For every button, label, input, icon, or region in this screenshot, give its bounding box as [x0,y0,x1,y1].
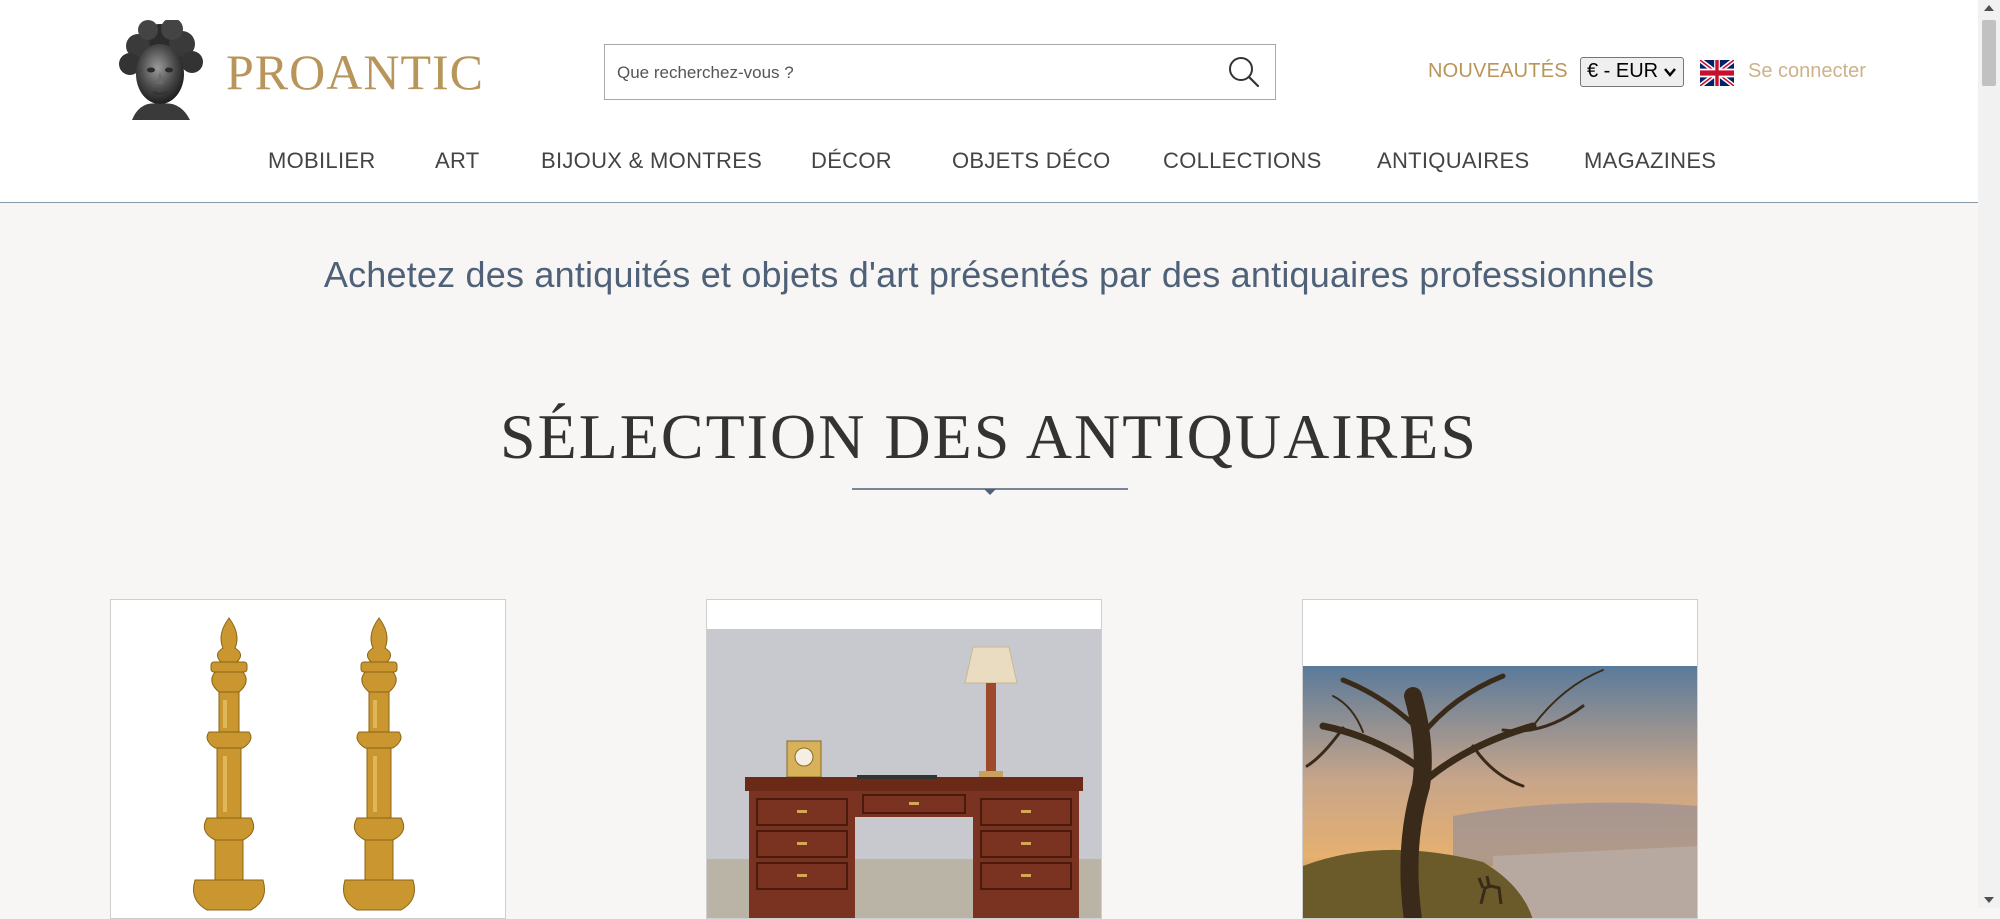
title-divider [852,488,1128,495]
search-box [604,44,1276,100]
currency-value: € - EUR [1587,60,1659,82]
page-tagline: Achetez des antiquités et objets d'art p… [323,254,1655,295]
desk-image [707,629,1101,918]
product-card[interactable] [110,599,506,919]
search-input[interactable] [615,53,1209,93]
section-title: SÉLECTION DES ANTIQUAIRES [500,401,1478,472]
site-header: PROANTIC NOUVEAUTÉS € - EUR Se connecter… [0,0,1978,203]
page-scrollbar[interactable] [1978,0,2000,908]
brand-logo-text[interactable]: PROANTIC [226,46,484,98]
scroll-up-arrow-icon[interactable] [1984,4,1994,12]
nav-item-mobilier[interactable]: MOBILIER [268,148,376,174]
product-card[interactable] [1302,599,1698,919]
chevron-down-icon [1664,68,1676,77]
uk-flag-icon[interactable] [1700,60,1734,86]
scroll-down-arrow-icon[interactable] [1984,896,1994,904]
product-card[interactable] [706,599,1102,919]
login-link[interactable]: Se connecter [1748,60,1866,83]
nav-item-collections[interactable]: COLLECTIONS [1163,148,1322,174]
nav-item-decor[interactable]: DÉCOR [811,148,892,174]
currency-select[interactable]: € - EUR [1580,57,1684,87]
nav-item-antiquaires[interactable]: ANTIQUAIRES [1377,148,1529,174]
nav-item-magazines[interactable]: MAGAZINES [1584,148,1716,174]
scroll-thumb[interactable] [1982,20,1996,86]
candlesticks-image [111,600,505,918]
nav-item-art[interactable]: ART [435,148,480,174]
landscape-painting-image [1303,666,1697,918]
main-nav: MOBILIER ART BIJOUX & MONTRES DÉCOR OBJE… [0,148,1978,178]
nav-item-bijoux-montres[interactable]: BIJOUX & MONTRES [541,148,762,174]
logo-bust-icon[interactable] [110,20,210,122]
new-arrivals-link[interactable]: NOUVEAUTÉS [1428,60,1568,83]
nav-item-objets-deco[interactable]: OBJETS DÉCO [952,148,1111,174]
search-icon[interactable] [1227,55,1261,89]
